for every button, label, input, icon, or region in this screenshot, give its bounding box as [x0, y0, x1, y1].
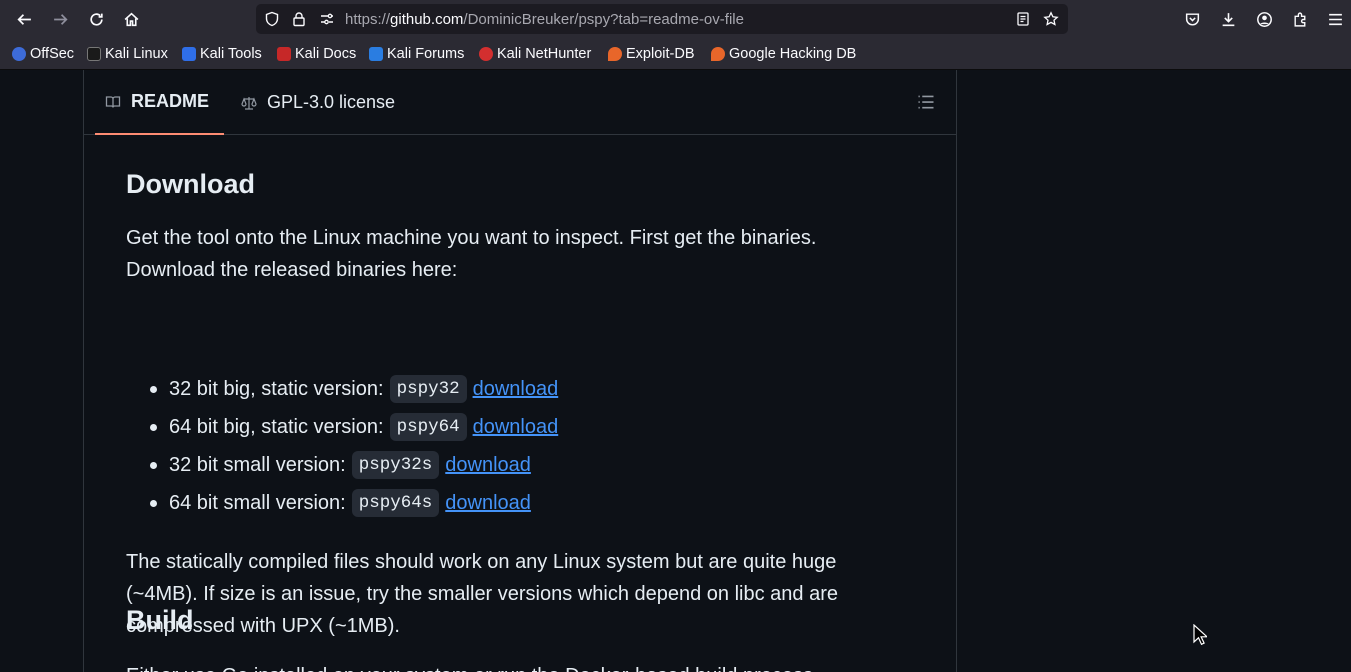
bookmark-star-icon[interactable]: [1042, 10, 1060, 28]
bookmark-kali-forums[interactable]: Kali Forums: [369, 46, 464, 62]
kali-nethunter-icon: [479, 47, 493, 61]
bookmarks-toolbar: OffSec Kali Linux Kali Tools Kali Docs K…: [0, 38, 1351, 70]
tab-license[interactable]: GPL-3.0 license: [241, 70, 395, 135]
item-text: 32 bit big, static version:: [169, 377, 384, 400]
bookmark-label: Kali Linux: [105, 46, 168, 62]
bookmark-kali-linux[interactable]: Kali Linux: [87, 46, 168, 62]
arrow-left-icon: [16, 13, 31, 25]
table-of-contents-icon[interactable]: [916, 92, 936, 112]
download-link[interactable]: download: [473, 378, 559, 401]
item-text: 64 bit small version:: [169, 491, 346, 514]
download-link[interactable]: download: [473, 416, 559, 439]
law-icon: [241, 96, 257, 110]
kali-docs-icon: [277, 47, 291, 61]
bookmark-label: Google Hacking DB: [729, 46, 857, 62]
readme-tab-bar: README GPL-3.0 license: [84, 70, 956, 135]
bookmark-kali-nethunter[interactable]: Kali NetHunter: [479, 46, 591, 62]
item-text: 64 bit big, static version:: [169, 415, 384, 438]
forward-button[interactable]: [46, 5, 74, 33]
bookmark-label: OffSec: [30, 46, 75, 62]
list-item: 32 bit small version: pspy32s download: [126, 446, 558, 484]
url-bar[interactable]: https://github.com/DominicBreuker/pspy?t…: [256, 4, 1068, 34]
reload-button[interactable]: [82, 5, 110, 33]
bookmark-label: Kali Tools: [200, 46, 262, 62]
download-heading: Download: [126, 169, 255, 199]
hamburger-menu-icon: [1328, 13, 1342, 25]
bookmark-label: Kali Forums: [387, 46, 465, 62]
reload-icon: [89, 12, 103, 26]
list-item: 64 bit big, static version: pspy64 downloa…: [126, 408, 558, 446]
bookmark-offsec[interactable]: OffSec: [12, 46, 74, 62]
account-button[interactable]: [1250, 5, 1278, 33]
build-text: Either use Go installed on your system o…: [126, 660, 906, 672]
extensions-button[interactable]: [1286, 5, 1314, 33]
build-heading: Build: [126, 605, 194, 635]
binaries-list: 32 bit big, static version: pspy32 downloa…: [126, 370, 558, 522]
item-text: 32 bit small version:: [169, 453, 346, 476]
offsec-icon: [12, 47, 26, 61]
kali-forums-icon: [369, 47, 383, 61]
book-icon: [105, 95, 121, 108]
account-icon: [1256, 11, 1272, 27]
size-note: The statically compiled files should wor…: [126, 551, 838, 637]
menu-button[interactable]: [1321, 5, 1349, 33]
downloads-button[interactable]: [1214, 5, 1242, 33]
permissions-icon[interactable]: [318, 10, 336, 28]
download-link[interactable]: download: [445, 492, 531, 515]
arrow-right-icon: [53, 13, 68, 25]
pocket-icon: [1185, 12, 1199, 26]
puzzle-icon: [1293, 12, 1305, 27]
bookmark-label: Kali Docs: [295, 46, 357, 62]
bookmark-google-hacking-db[interactable]: Google Hacking DB: [711, 46, 856, 62]
download-icon: [1222, 12, 1234, 26]
lock-icon[interactable]: [290, 10, 308, 28]
readme-panel: README GPL-3.0 license Download Get the …: [83, 70, 957, 672]
item-code: pspy32s: [351, 451, 440, 479]
url-path: /DominicBreuker/pspy?tab=readme-ov-file: [463, 11, 744, 28]
download-link[interactable]: download: [445, 454, 531, 477]
url-prefix: https://: [345, 11, 391, 28]
mouse-cursor-icon: [1193, 624, 1207, 646]
item-code: pspy64s: [351, 489, 440, 517]
shield-icon[interactable]: [263, 10, 281, 28]
item-code: pspy64: [389, 413, 467, 441]
tab-readme[interactable]: README: [95, 70, 224, 135]
download-intro: Get the tool onto the Linux machine you …: [126, 227, 817, 281]
url-host: github.com: [390, 11, 464, 28]
kali-tools-icon: [182, 47, 196, 61]
browser-toolbar: https://github.com/DominicBreuker/pspy?t…: [0, 0, 1351, 38]
tab-label: README: [131, 91, 210, 111]
home-button[interactable]: [117, 5, 145, 33]
bookmark-kali-docs[interactable]: Kali Docs: [277, 46, 356, 62]
item-code: pspy32: [389, 375, 467, 403]
home-icon: [124, 12, 138, 26]
tab-label: GPL-3.0 license: [267, 92, 396, 112]
list-item: 32 bit big, static version: pspy32 downloa…: [126, 370, 558, 408]
url-text[interactable]: https://github.com/DominicBreuker/pspy?t…: [345, 11, 744, 28]
exploit-db-icon: [608, 47, 622, 61]
reader-view-icon[interactable]: [1014, 10, 1032, 28]
bookmark-exploit-db[interactable]: Exploit-DB: [608, 46, 695, 62]
kali-dragon-icon: [87, 47, 101, 61]
bookmark-kali-tools[interactable]: Kali Tools: [182, 46, 262, 62]
bookmark-label: Kali NetHunter: [497, 46, 592, 62]
pocket-button[interactable]: [1178, 5, 1206, 33]
bookmark-label: Exploit-DB: [626, 46, 695, 62]
ghdb-icon: [711, 47, 725, 61]
back-button[interactable]: [10, 5, 38, 33]
list-item: 64 bit small version: pspy64s download: [126, 484, 558, 522]
